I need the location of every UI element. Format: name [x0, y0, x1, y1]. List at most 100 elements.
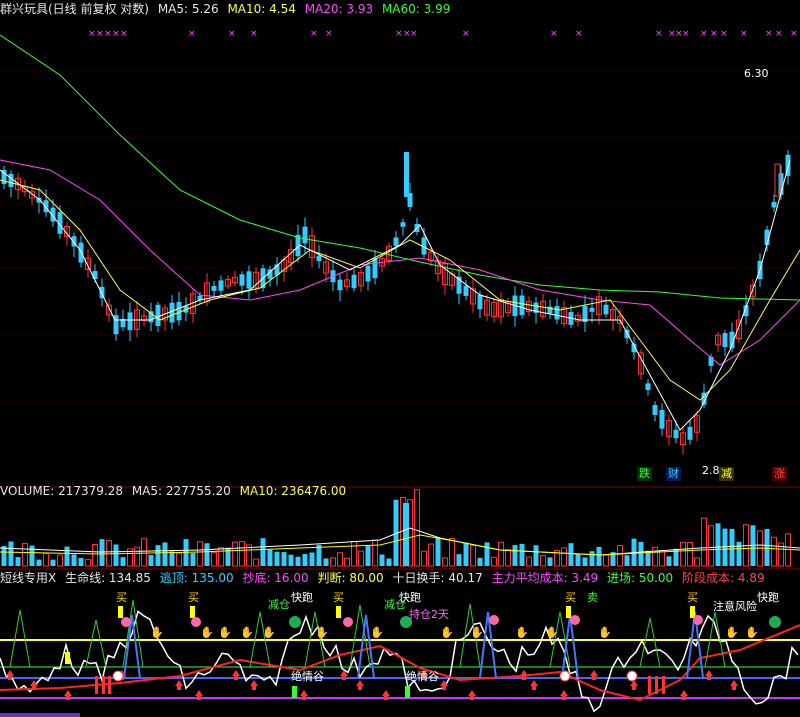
signal-bar [190, 606, 195, 618]
volume-bar [316, 544, 322, 566]
price-legend: 群兴玩具(日线 前复权 对数) MA5: 5.26 MA10: 4.54 MA2… [0, 0, 455, 18]
volume-bar [281, 552, 287, 566]
indicator-name: 短线专用X [0, 571, 57, 585]
candle-body [316, 255, 322, 262]
stage-cost-line [0, 624, 800, 702]
red-bar [662, 676, 665, 694]
top-marker: × [120, 29, 128, 39]
volume-bar [603, 554, 609, 567]
gem-marker [343, 617, 353, 627]
up-arrow [630, 680, 638, 690]
eye-marker [626, 670, 638, 682]
gem-marker [570, 615, 580, 625]
volume-bar [736, 541, 742, 566]
top-marker: × [720, 29, 728, 39]
top-marker: × [700, 29, 708, 39]
candle-body [393, 237, 399, 246]
top-marker: × [96, 29, 104, 39]
top-marker: × [310, 29, 318, 39]
volume-bar [687, 541, 693, 567]
judge-readout: 判断: 80.00 [317, 571, 384, 585]
signal-bar [118, 606, 123, 618]
candle-body [589, 307, 595, 312]
volume-bar [484, 542, 490, 566]
volume-bar [36, 559, 42, 566]
volume-bar [302, 553, 308, 566]
red-bar [108, 676, 111, 694]
entry-triangle [9, 609, 31, 668]
signal-bar [566, 606, 571, 618]
hand-marker: ✋ [545, 626, 559, 639]
hand-marker: ✋ [440, 626, 454, 639]
volume-bar [596, 546, 602, 566]
volume-bar [190, 553, 196, 566]
entry-readout: 进场: 50.00 [606, 571, 674, 585]
volume-bar [92, 543, 98, 567]
volume-bar [449, 538, 455, 567]
volume-bar [169, 551, 175, 566]
top-marker: × [410, 29, 418, 39]
candle-body [771, 201, 777, 208]
entry-triangle [85, 619, 107, 668]
ok-marker [289, 616, 301, 628]
ma10-readout: MA10: 4.54 [227, 2, 296, 16]
gem-marker [693, 615, 703, 625]
main-cost-readout: 主力平均成本: 3.49 [491, 571, 599, 585]
volume-bar [218, 547, 224, 567]
volume-bar [715, 523, 721, 566]
indicator-legend: 短线专用X 生命线: 134.85 逃顶: 135.00 抄底: 16.00 判… [0, 569, 770, 587]
volume-bar [15, 557, 21, 566]
top-marker: × [575, 29, 583, 39]
volume-bar [43, 553, 49, 567]
high-price-label: 6.30 [744, 67, 769, 80]
hand-marker: ✋ [200, 626, 214, 639]
candle-body [603, 304, 609, 315]
ma60-readout: MA60: 3.99 [381, 2, 451, 16]
run-mark-1: 快跑 [291, 591, 313, 604]
candle-body [218, 280, 224, 291]
volume-bar [680, 541, 686, 567]
top-marker: × [790, 29, 798, 39]
volume-bar [764, 529, 770, 566]
volume-bar [253, 558, 259, 567]
signal-bar [292, 686, 297, 698]
candle-body [519, 295, 525, 316]
candle-body [92, 270, 98, 280]
volume-bar [533, 545, 539, 566]
stage-cost-readout: 阶段成本: 4.89 [682, 571, 765, 585]
volume-bar [659, 550, 665, 567]
volume-bar [323, 558, 329, 566]
volume-bar [421, 550, 427, 567]
candle-body [127, 312, 133, 331]
volume-bar [386, 558, 392, 566]
top-marker: × [104, 29, 112, 39]
volume-bar [141, 538, 147, 567]
red-bar [648, 676, 651, 694]
candle-body [211, 285, 217, 291]
hand-marker: ✋ [315, 626, 329, 639]
volume-bar [358, 550, 364, 567]
volume-bar [561, 547, 567, 567]
eye-marker [112, 670, 124, 682]
volume-bar [519, 543, 525, 566]
volume-bar [624, 555, 630, 566]
volume-bar [29, 545, 35, 566]
top-marker: × [395, 29, 403, 39]
ma5-readout: MA5: 5.26 [157, 2, 219, 16]
up-arrow [530, 680, 538, 690]
volume-bar [85, 558, 91, 567]
candle-body [477, 294, 483, 310]
signal-bar [690, 606, 695, 618]
candle-body [169, 302, 175, 323]
top-marker: × [550, 29, 558, 39]
candle-body [351, 274, 357, 289]
signal-bar [65, 652, 70, 664]
jueqing-label-1: 绝情谷 [291, 670, 324, 683]
stock-title: 群兴玩具(日线 前复权 对数) [0, 2, 149, 16]
volume-bar [295, 556, 301, 566]
volume-spike [403, 503, 409, 566]
volume-bar [505, 549, 511, 567]
hand-marker: ✋ [745, 626, 759, 639]
top-marker: × [740, 29, 748, 39]
vol-ma10-readout: MA10: 236476.00 [239, 484, 347, 498]
